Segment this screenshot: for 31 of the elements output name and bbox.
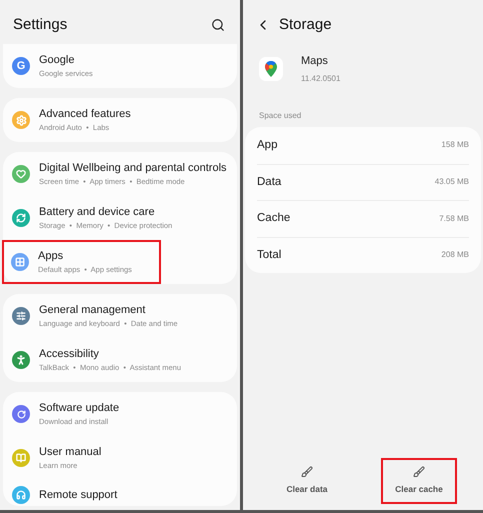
item-title: Advanced features — [39, 107, 131, 121]
row-value: 7.58 MB — [439, 212, 469, 225]
item-title: Software update — [39, 401, 120, 415]
action-button[interactable]: Clear cache — [381, 458, 457, 504]
brush-icon — [413, 466, 425, 478]
section-label: Space used — [258, 110, 302, 122]
row-label: App — [257, 138, 278, 153]
item-title: Digital Wellbeing and parental controls — [39, 161, 227, 175]
action-button[interactable]: Clear data — [269, 458, 345, 504]
app-version: 11.42.0501 — [301, 72, 340, 85]
screen-title: Settings — [13, 14, 68, 35]
row-value: 43.05 MB — [434, 176, 469, 188]
item-title: Remote support — [39, 488, 118, 502]
row-label: Data — [257, 174, 282, 190]
row-label: Cache — [257, 211, 290, 226]
item-title: Accessibility — [39, 347, 100, 361]
app-name: Maps — [301, 54, 329, 70]
brush-icon — [301, 466, 313, 478]
item-title: General management — [39, 303, 146, 317]
settings-item[interactable]: Remote support — [3, 484, 237, 506]
map-pin-icon — [259, 57, 283, 81]
item-title: User manual — [39, 445, 102, 459]
row-value: 208 MB — [441, 249, 469, 262]
row-label: Total — [257, 248, 282, 263]
item-title: Google — [39, 53, 76, 67]
item-title: Battery and device care — [39, 205, 156, 219]
item-title: Apps — [38, 249, 64, 263]
google-logo-icon: G — [12, 57, 30, 75]
screen-title: Storage — [279, 14, 332, 35]
search-button[interactable] — [209, 16, 227, 34]
row-value: 158 MB — [441, 139, 469, 152]
